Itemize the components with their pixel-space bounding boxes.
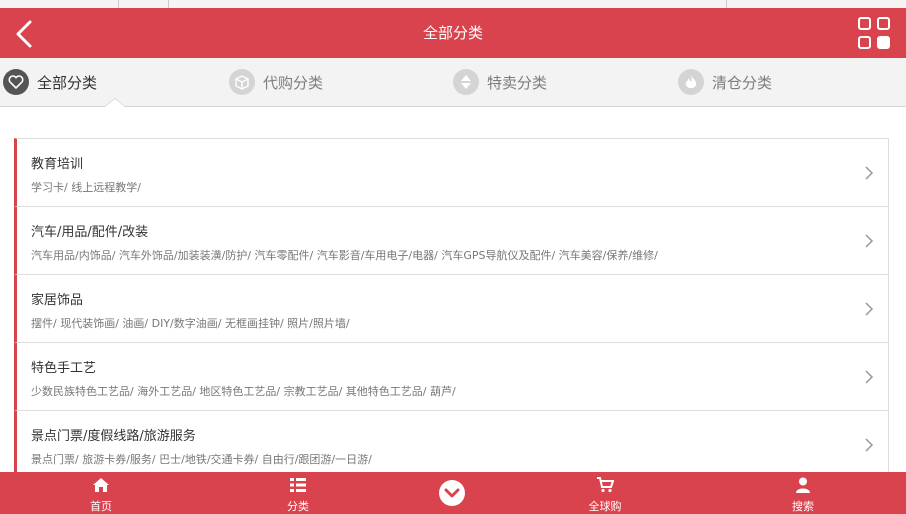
page-title: 全部分类: [422, 24, 483, 42]
category-item[interactable]: 家居饰品 摆件/ 现代装饰画/ 油画/ DIY/数字油画/ 无框画挂钟/ 照片/…: [14, 274, 889, 343]
nav-global[interactable]: 全球购: [575, 472, 635, 514]
nav-search[interactable]: 搜索: [773, 472, 833, 514]
heart-icon: [3, 69, 29, 95]
category-name: 景点门票/度假线路/旅游服务: [31, 429, 196, 444]
tab-all[interactable]: 全部分类: [3, 68, 97, 96]
category-name: 特色手工艺: [31, 361, 97, 376]
list-icon: [290, 478, 306, 492]
user-icon: [796, 477, 810, 493]
tab-proxy[interactable]: 代购分类: [229, 68, 323, 96]
category-name: 家居饰品: [31, 293, 84, 308]
category-item[interactable]: 汽车/用品/配件/改装 汽车用品/内饰品/ 汽车外饰品/加装装潢/防护/ 汽车零…: [14, 206, 889, 275]
nav-label: 搜索: [792, 500, 814, 513]
category-subcategories: 汽车用品/内饰品/ 汽车外饰品/加装装潢/防护/ 汽车零配件/ 汽车影音/车用电…: [31, 249, 658, 262]
chevron-down-icon[interactable]: [439, 480, 465, 506]
nav-label: 分类: [287, 500, 309, 513]
header-bar: 全部分类: [0, 8, 906, 58]
nav-label: 全球购: [588, 500, 622, 513]
nav-home[interactable]: 首页: [71, 472, 131, 514]
sort-arrows-icon: [453, 69, 479, 95]
chevron-right-icon: [865, 438, 874, 452]
active-tab-indicator: [104, 98, 126, 107]
divider: [118, 0, 119, 8]
top-strip: [0, 0, 906, 8]
chevron-right-icon: [865, 370, 874, 384]
category-subcategories: 摆件/ 现代装饰画/ 油画/ DIY/数字油画/ 无框画挂钟/ 照片/照片墙/: [31, 317, 350, 330]
category-subcategories: 景点门票/ 旅游卡券/服务/ 巴士/地铁/交通卡券/ 自由行/跟团游/一日游/: [31, 453, 372, 466]
nav-label: 首页: [90, 500, 112, 513]
divider: [168, 0, 169, 8]
tab-sale[interactable]: 特卖分类: [453, 68, 547, 96]
cart-icon: [597, 477, 614, 493]
nav-category[interactable]: 分类: [268, 472, 328, 514]
tab-label: 清仓分类: [712, 73, 773, 92]
home-icon: [93, 478, 109, 492]
category-tabs: 全部分类 代购分类 特卖分类 清仓分类: [0, 58, 906, 107]
box-icon: [229, 69, 255, 95]
grid-menu-icon[interactable]: [858, 17, 892, 51]
chevron-right-icon: [865, 234, 874, 248]
category-item[interactable]: 特色手工艺 少数民族特色工艺品/ 海外工艺品/ 地区特色工艺品/ 宗教工艺品/ …: [14, 342, 889, 411]
category-item[interactable]: 景点门票/度假线路/旅游服务 景点门票/ 旅游卡券/服务/ 巴士/地铁/交通卡券…: [14, 410, 889, 479]
tab-label: 全部分类: [37, 73, 98, 92]
bottom-nav: 首页 分类 全球购 搜索: [0, 472, 906, 514]
divider: [726, 0, 727, 8]
category-name: 教育培训: [31, 157, 84, 172]
tab-clearance[interactable]: 清仓分类: [678, 68, 772, 96]
category-subcategories: 少数民族特色工艺品/ 海外工艺品/ 地区特色工艺品/ 宗教工艺品/ 其他特色工艺…: [31, 385, 456, 398]
tab-label: 特卖分类: [487, 73, 548, 92]
category-subcategories: 学习卡/ 线上远程教学/: [31, 181, 141, 194]
category-list: 教育培训 学习卡/ 线上远程教学/ 汽车/用品/配件/改装 汽车用品/内饰品/ …: [14, 138, 889, 479]
tab-label: 代购分类: [263, 73, 324, 92]
category-item[interactable]: 教育培训 学习卡/ 线上远程教学/: [14, 138, 889, 207]
chevron-right-icon: [865, 166, 874, 180]
category-name: 汽车/用品/配件/改装: [31, 225, 149, 240]
chevron-right-icon: [865, 302, 874, 316]
flame-icon: [678, 69, 704, 95]
